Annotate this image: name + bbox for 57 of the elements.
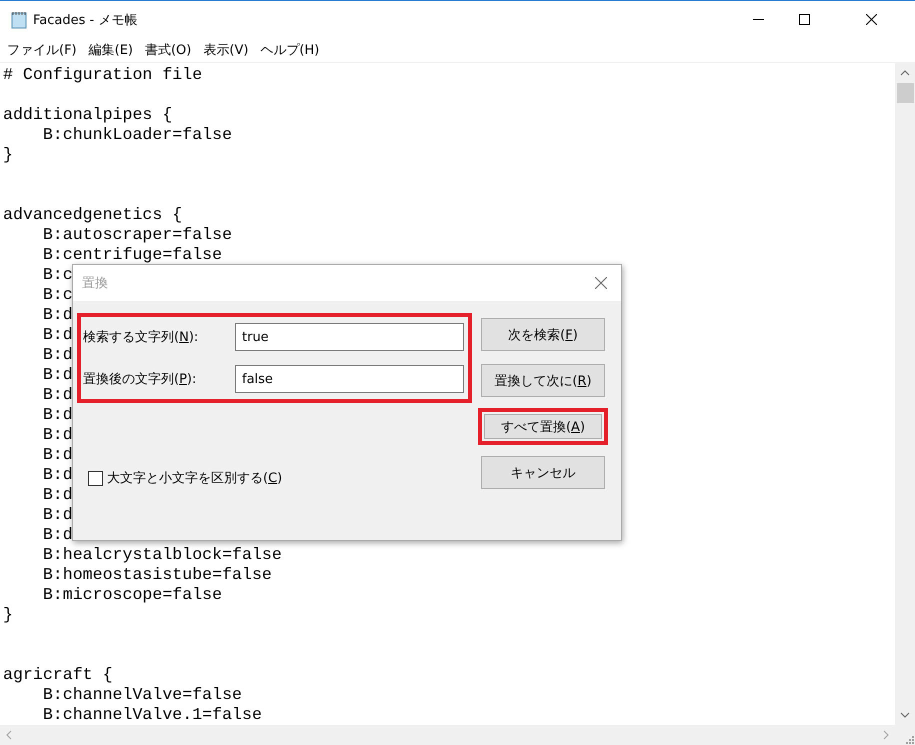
horizontal-scrollbar[interactable] — [0, 725, 895, 745]
text-line: B:d — [42, 345, 73, 365]
text-line: } — [3, 145, 13, 165]
scroll-left-icon[interactable] — [4, 730, 14, 740]
text-line: B:d — [42, 365, 73, 385]
close-icon — [595, 277, 607, 289]
text-line: B:autoscraper=false — [42, 225, 232, 245]
text-line: B:d — [42, 485, 73, 505]
field-label: 置換後の文字列(P): — [83, 371, 198, 388]
menu-item[interactable]: 表示(V) — [198, 41, 254, 59]
text-line: B:d — [42, 525, 73, 545]
text-line: B:centrifuge=false — [42, 245, 222, 265]
scroll-up-icon[interactable] — [900, 68, 910, 78]
text-line: B:homeostasistube=false — [42, 565, 272, 585]
maximize-icon — [798, 14, 810, 25]
vertical-scrollbar[interactable] — [895, 63, 915, 725]
dialog-button[interactable]: 置換して次に(R) — [481, 364, 605, 397]
text-line: B:healcrystalblock=false — [42, 545, 282, 565]
window-title: Facades - メモ帳 — [33, 12, 138, 28]
text-line: B:d — [42, 385, 73, 405]
menu-item[interactable]: 編集(E) — [84, 41, 138, 59]
menu-item[interactable]: ファイル(F) — [2, 41, 82, 59]
text-line: # Configuration file — [3, 65, 202, 85]
text-line: agricraft { — [3, 665, 113, 685]
text-line: B:d — [42, 445, 73, 465]
text-line: B:c — [42, 265, 73, 285]
text-line: B:d — [42, 325, 73, 345]
text-line: B:d — [42, 405, 73, 425]
menu-item[interactable]: ヘルプ(H) — [255, 41, 324, 59]
text-line: B:d — [42, 465, 73, 485]
dialog-title: 置換 — [82, 275, 108, 292]
checkbox[interactable] — [88, 470, 103, 486]
field-label: 検索する文字列(N): — [83, 329, 200, 346]
text-line: B:d — [42, 425, 73, 445]
notepad-icon — [9, 10, 29, 30]
input-field[interactable]: true — [235, 323, 464, 351]
text-line: additionalpipes { — [3, 105, 172, 125]
dialog-button[interactable]: キャンセル — [481, 456, 605, 489]
dialog-button[interactable]: 次を検索(F) — [481, 318, 605, 351]
dialog-button[interactable]: すべて置換(A) — [478, 408, 608, 445]
input-field[interactable]: false — [235, 365, 464, 393]
close-icon — [866, 14, 876, 25]
resize-grip-icon[interactable] — [903, 733, 915, 745]
text-line: B:d — [42, 305, 73, 325]
text-line: B:d — [42, 505, 73, 525]
checkbox-label[interactable]: 大文字と小文字を区別する(C) — [107, 469, 282, 487]
text-line: B:channelValve.1=false — [42, 705, 262, 725]
text-line: B:microscope=false — [42, 585, 222, 605]
scroll-down-icon[interactable] — [900, 710, 910, 720]
scrollbar-thumb[interactable] — [896, 83, 914, 103]
text-line: B:channelValve=false — [42, 685, 242, 705]
text-line: B:c — [42, 285, 73, 305]
text-line: B:chunkLoader=false — [42, 125, 232, 145]
text-line: advancedgenetics { — [3, 205, 182, 225]
scroll-right-icon[interactable] — [881, 730, 891, 740]
menu-item[interactable]: 書式(O) — [140, 41, 196, 59]
text-line: } — [3, 605, 13, 625]
